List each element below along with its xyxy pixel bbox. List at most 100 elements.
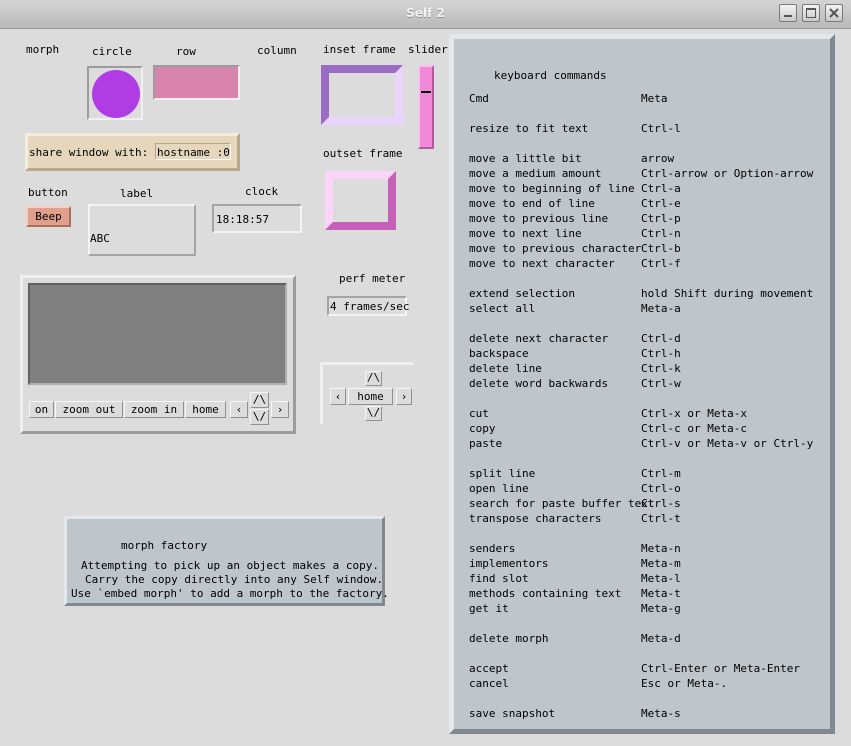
nav-left-button[interactable]: ‹ bbox=[330, 388, 346, 405]
pan-up-button[interactable]: /\ bbox=[250, 392, 269, 408]
keyboard-command-name: search for paste buffer text bbox=[469, 497, 655, 510]
keyboard-command-name: move a medium amount bbox=[469, 167, 602, 180]
keyboard-command-key: Meta-d bbox=[641, 632, 681, 645]
nav-down-button[interactable]: \/ bbox=[365, 406, 382, 421]
viewer-on-button[interactable]: on bbox=[29, 401, 54, 418]
keyboard-commands-title: keyboard commands bbox=[494, 69, 607, 82]
nav-home-button[interactable]: home bbox=[348, 388, 393, 405]
viewer-canvas[interactable] bbox=[28, 283, 287, 385]
keyboard-command-key: Ctrl-e bbox=[641, 197, 681, 210]
title-bar: Self 2 bbox=[0, 0, 851, 29]
maximize-button[interactable] bbox=[802, 4, 820, 22]
keyboard-command-name: accept bbox=[469, 662, 509, 675]
keyboard-command-name: move a little bit bbox=[469, 152, 582, 165]
keyboard-command-name: get it bbox=[469, 602, 509, 615]
label-text: ABC bbox=[90, 232, 110, 245]
chevron-down-icon: \/ bbox=[252, 410, 267, 423]
keyboard-command-key: Ctrl-k bbox=[641, 362, 681, 375]
keyboard-command-name: senders bbox=[469, 542, 516, 555]
share-window-label: share window with: bbox=[29, 146, 149, 159]
column-label: column bbox=[257, 44, 297, 57]
maximize-icon bbox=[806, 8, 816, 18]
morph-factory-title: morph factory bbox=[121, 539, 208, 552]
slider-thumb[interactable] bbox=[421, 91, 431, 93]
zoom-in-button[interactable]: zoom in bbox=[124, 401, 184, 418]
close-icon bbox=[829, 8, 839, 18]
keyboard-command-name: move to previous line bbox=[469, 212, 609, 225]
keyboard-command-name: extend selection bbox=[469, 287, 575, 300]
morph-factory-line-2: Carry the copy directly into any Self wi… bbox=[85, 573, 384, 586]
window-title: Self 2 bbox=[406, 6, 445, 20]
chevron-up-icon: /\ bbox=[252, 393, 267, 406]
perf-meter: 4 frames/sec bbox=[327, 296, 410, 316]
keyboard-command-name: move to next line bbox=[469, 227, 582, 240]
keyboard-command-key: Ctrl-h bbox=[641, 347, 681, 360]
keyboard-command-key: Ctrl-m bbox=[641, 467, 681, 480]
chevron-down-icon: \/ bbox=[366, 406, 381, 419]
keyboard-command-name: resize to fit text bbox=[469, 122, 589, 135]
keyboard-command-name: cancel bbox=[469, 677, 509, 690]
keyboard-command-key: Ctrl-Enter or Meta-Enter bbox=[641, 662, 800, 675]
world-viewer: on zoom out zoom in home ‹ /\ \/ › bbox=[20, 275, 296, 434]
keyboard-command-key: Meta-t bbox=[641, 587, 681, 600]
keyboard-command-name: move to previous character bbox=[469, 242, 642, 255]
keyboard-header-cmd: Cmd bbox=[469, 92, 489, 105]
navigation-pad: /\ ‹ home › \/ bbox=[320, 362, 413, 424]
pan-left-button[interactable]: ‹ bbox=[230, 401, 248, 418]
circle-label: circle bbox=[92, 45, 132, 58]
perf-meter-label: perf meter bbox=[339, 272, 406, 285]
keyboard-command-name: move to end of line bbox=[469, 197, 595, 210]
keyboard-command-name: backspace bbox=[469, 347, 529, 360]
morph-label: morph bbox=[26, 43, 60, 56]
keyboard-command-name: paste bbox=[469, 437, 503, 450]
slider-morph[interactable] bbox=[418, 65, 434, 149]
keyboard-command-key: Ctrl-b bbox=[641, 242, 681, 255]
keyboard-command-key: Ctrl-v or Meta-v or Ctrl-y bbox=[641, 437, 814, 450]
nav-up-button[interactable]: /\ bbox=[365, 371, 382, 386]
outset-frame-label: outset frame bbox=[323, 147, 403, 160]
circle-morph-frame bbox=[87, 66, 143, 120]
keyboard-command-key: Ctrl-o bbox=[641, 482, 681, 495]
button-label: button bbox=[28, 186, 68, 199]
circle-morph[interactable] bbox=[92, 70, 140, 118]
keyboard-command-key: Ctrl-w bbox=[641, 377, 681, 390]
nav-right-button[interactable]: › bbox=[396, 388, 412, 405]
keyboard-command-name: delete line bbox=[469, 362, 542, 375]
hostname-input[interactable]: hostname :0.0 bbox=[155, 143, 231, 160]
perf-meter-value: 4 frames/sec bbox=[330, 300, 410, 313]
pan-down-button[interactable]: \/ bbox=[250, 409, 269, 425]
keyboard-command-key: Ctrl-n bbox=[641, 227, 681, 240]
keyboard-command-name: open line bbox=[469, 482, 529, 495]
chevron-right-icon: › bbox=[276, 403, 284, 416]
inset-frame-morph[interactable] bbox=[321, 65, 403, 125]
zoom-out-button[interactable]: zoom out bbox=[55, 401, 123, 418]
row-morph[interactable] bbox=[153, 65, 240, 100]
minimize-button[interactable] bbox=[779, 4, 797, 22]
chevron-left-icon: ‹ bbox=[235, 403, 243, 416]
keyboard-command-key: Meta-n bbox=[641, 542, 681, 555]
label-morph: ABC bbox=[88, 204, 196, 256]
pan-right-button[interactable]: › bbox=[271, 401, 289, 418]
morph-factory[interactable]: morph factory Attempting to pick up an o… bbox=[64, 516, 389, 606]
keyboard-command-key: arrow bbox=[641, 152, 675, 165]
keyboard-command-key: Ctrl-t bbox=[641, 512, 681, 525]
outset-frame-morph[interactable] bbox=[325, 171, 396, 230]
close-button[interactable] bbox=[825, 4, 843, 22]
viewer-home-button[interactable]: home bbox=[185, 401, 226, 418]
clock-value: 18:18:57 bbox=[216, 213, 269, 226]
chevron-up-icon: /\ bbox=[366, 371, 381, 384]
slider-label: slider bbox=[408, 43, 448, 56]
keyboard-command-key: Meta-l bbox=[641, 572, 681, 585]
chevron-left-icon: ‹ bbox=[334, 390, 342, 403]
beep-button[interactable]: Beep bbox=[26, 206, 71, 227]
morph-factory-line-3: Use `embed morph' to add a morph to the … bbox=[71, 587, 389, 600]
keyboard-header-key: Meta bbox=[641, 92, 668, 105]
keyboard-command-name: move to next character bbox=[469, 257, 615, 270]
keyboard-command-key: Meta-g bbox=[641, 602, 681, 615]
keyboard-command-key: Ctrl-a bbox=[641, 182, 681, 195]
keyboard-command-key: hold Shift during movement bbox=[641, 287, 814, 300]
minimize-icon bbox=[784, 15, 792, 17]
label-label: label bbox=[120, 187, 154, 200]
clock-morph: 18:18:57 bbox=[212, 204, 302, 233]
keyboard-command-key: Ctrl-s bbox=[641, 497, 681, 510]
